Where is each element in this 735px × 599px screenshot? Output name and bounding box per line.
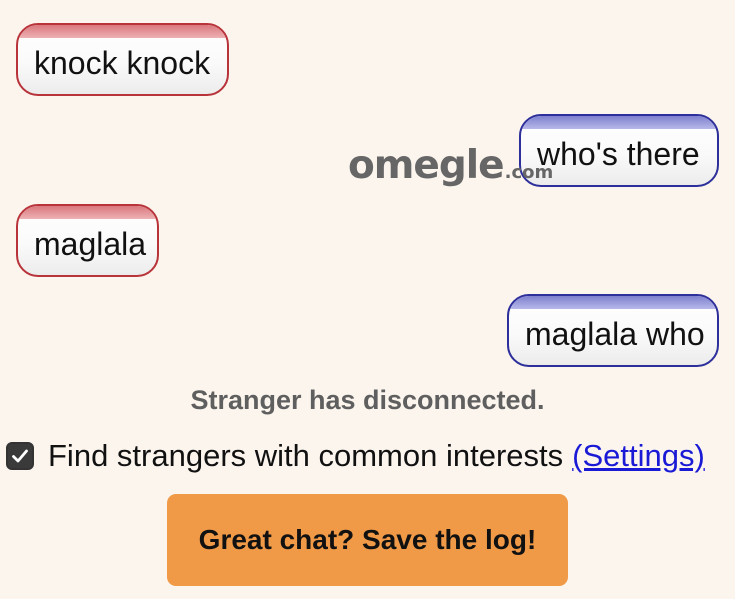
settings-link[interactable]: (Settings) <box>572 438 705 474</box>
omegle-logo: omegle .com <box>348 143 553 188</box>
message-text: who's there <box>537 136 700 172</box>
logo-main-text: omegle <box>348 143 505 188</box>
interests-label[interactable]: Find strangers with common interests <box>48 438 563 474</box>
common-interests-option: Find strangers with common interests (Se… <box>6 438 705 474</box>
save-log-label: Great chat? Save the log! <box>198 524 537 555</box>
disconnect-status: Stranger has disconnected. <box>190 385 545 415</box>
interests-checkbox[interactable] <box>6 442 34 470</box>
message-text: maglala <box>34 226 147 262</box>
logo-suffix-text: .com <box>504 162 554 183</box>
checkmark-icon <box>12 449 28 463</box>
message-text: maglala who <box>525 316 705 352</box>
stranger-message: maglala <box>16 204 159 277</box>
save-log-button[interactable]: Great chat? Save the log! <box>167 494 568 586</box>
your-message: maglala who <box>507 294 719 367</box>
stranger-message: knock knock <box>16 23 229 96</box>
message-text: knock knock <box>34 45 211 81</box>
